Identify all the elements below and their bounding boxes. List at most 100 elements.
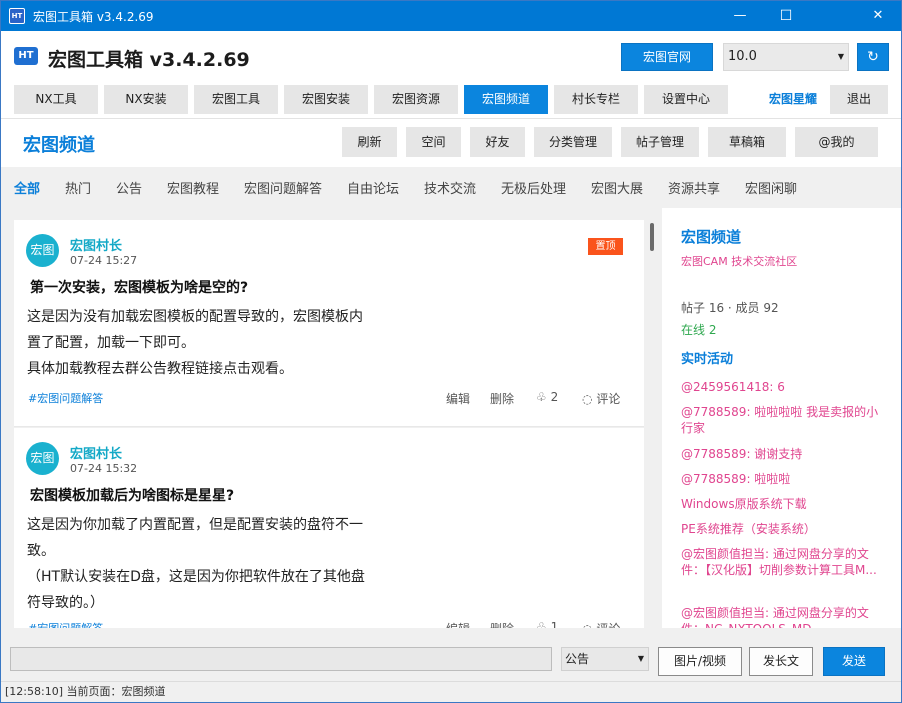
- tab-hot[interactable]: 热门: [65, 178, 91, 197]
- avatar[interactable]: 宏图: [26, 234, 59, 267]
- refresh-button[interactable]: 刷新: [342, 127, 397, 157]
- nav-ht-channel[interactable]: 宏图频道: [464, 85, 548, 114]
- post-tag[interactable]: #宏图问题解答: [28, 390, 103, 406]
- channel-stats: 帖子 16 · 成员 92: [681, 301, 779, 315]
- title-bar: HT 宏图工具箱 v3.4.2.69 — ☐ ✕: [1, 1, 901, 31]
- nav-settings[interactable]: 设置中心: [644, 85, 728, 114]
- logout-button[interactable]: 退出: [830, 85, 888, 114]
- post-title[interactable]: 第一次安装，宏图模板为啥是空的?: [30, 277, 248, 297]
- like-count: 1: [550, 620, 559, 628]
- post-tag[interactable]: #宏图问题解答: [28, 620, 103, 628]
- app-logo: HT: [14, 47, 38, 65]
- tab-showcase[interactable]: 宏图大展: [591, 178, 643, 197]
- like-button[interactable]: ♧ 1: [536, 620, 558, 628]
- post-input[interactable]: [10, 647, 552, 671]
- activity-item[interactable]: PE系统推荐（安装系统）: [681, 521, 886, 537]
- tab-chat[interactable]: 宏图闲聊: [745, 178, 797, 197]
- app-window: HT 宏图工具箱 v3.4.2.69 — ☐ ✕ HT 宏图工具箱 v3.4.2…: [0, 0, 902, 703]
- online-count: 在线 2: [681, 323, 717, 337]
- activity-item[interactable]: @2459561418: 6: [681, 379, 886, 395]
- post-list: 宏图 宏图村长 07-24 15:27 置顶 第一次安装，宏图模板为啥是空的? …: [14, 208, 644, 628]
- post-body-line: 具体加载教程去群公告教程链接点击观看。: [27, 361, 293, 377]
- nav-ht-install[interactable]: 宏图安装: [284, 85, 368, 114]
- composer-bar: 公告 ▼ 图片/视频 发长文 发送: [1, 629, 901, 681]
- tab-postprocess[interactable]: 无极后处理: [501, 178, 566, 197]
- friends-button[interactable]: 好友: [470, 127, 525, 157]
- category-manage-button[interactable]: 分类管理: [534, 127, 612, 157]
- sidebar-subtitle: 宏图CAM 技术交流社区: [681, 255, 798, 268]
- channel-sidebar: 宏图频道 宏图CAM 技术交流社区 帖子 16 · 成员 92 在线 2 实时活…: [662, 208, 901, 628]
- comment-label: 评论: [596, 392, 621, 406]
- chevron-down-icon: ▼: [637, 654, 644, 663]
- tab-announcement[interactable]: 公告: [116, 178, 142, 197]
- post-body-line: 置了配置，加载一下即可。: [27, 335, 195, 351]
- minimize-button[interactable]: —: [717, 1, 763, 31]
- close-button[interactable]: ✕: [855, 1, 901, 31]
- activity-item[interactable]: @宏图颜值担当: 通过网盘分享的文件：【汉化版】切削参数计算工具M...: [681, 546, 886, 578]
- post-body: 这是因为你加载了内置配置，但是配置安装的盘符不一 致。 （HT默认安装在D盘，这…: [27, 512, 407, 616]
- star-link[interactable]: 宏图星耀: [769, 85, 817, 114]
- post-body-line: 这是因为没有加载宏图模板的配置导致的，宏图模板内: [27, 309, 363, 325]
- space-button[interactable]: 空间: [406, 127, 461, 157]
- tab-free-forum[interactable]: 自由论坛: [347, 178, 399, 197]
- post-body: 这是因为没有加载宏图模板的配置导致的，宏图模板内 置了配置，加载一下即可。 具体…: [27, 304, 407, 382]
- edit-button[interactable]: 编辑: [446, 620, 470, 628]
- post-author[interactable]: 宏图村长: [70, 443, 122, 462]
- post-list-scrollbar[interactable]: [650, 223, 654, 251]
- tab-resources[interactable]: 资源共享: [668, 178, 720, 197]
- comment-icon: ◌: [582, 392, 593, 406]
- post-card[interactable]: 宏图 宏图村长 07-24 15:27 置顶 第一次安装，宏图模板为啥是空的? …: [14, 220, 644, 427]
- long-post-button[interactable]: 发长文: [749, 647, 813, 676]
- activity-item[interactable]: @宏图颜值担当: 通过网盘分享的文件：NC_NXTOOLS_MD...: [681, 605, 886, 628]
- post-title[interactable]: 宏图模板加载后为啥图标是星星?: [30, 485, 234, 505]
- refresh-icon-button[interactable]: ↻: [857, 43, 889, 71]
- category-select[interactable]: 公告 ▼: [561, 647, 649, 671]
- maximize-button[interactable]: ☐: [763, 1, 809, 31]
- post-card[interactable]: 宏图 宏图村长 07-24 15:32 宏图模板加载后为啥图标是星星? 这是因为…: [14, 428, 644, 628]
- mentions-button[interactable]: @我的: [795, 127, 878, 157]
- tab-all[interactable]: 全部: [14, 178, 40, 197]
- nav-nx-tools[interactable]: NX工具: [14, 85, 98, 114]
- delete-button[interactable]: 删除: [490, 620, 514, 628]
- comment-button[interactable]: ◌ 评论: [582, 390, 620, 407]
- post-body-line: （HT默认安装在D盘，这是因为你把软件放在了其他盘: [27, 569, 365, 585]
- comment-button[interactable]: ◌ 评论: [582, 620, 620, 628]
- post-time: 07-24 15:27: [70, 254, 138, 267]
- official-site-button[interactable]: 宏图官网: [621, 43, 713, 71]
- activity-title: 实时活动: [681, 352, 734, 367]
- comment-label: 评论: [596, 622, 620, 628]
- avatar[interactable]: 宏图: [26, 442, 59, 475]
- edit-button[interactable]: 编辑: [446, 390, 470, 407]
- nav-chief-column[interactable]: 村长专栏: [554, 85, 638, 114]
- activity-item[interactable]: @7788589: 啦啦啦啦 我是卖报的小行家: [681, 404, 886, 436]
- activity-item[interactable]: Windows原版系统下载: [681, 496, 886, 512]
- like-button[interactable]: ♧ 2: [536, 390, 558, 404]
- chevron-down-icon: ▼: [837, 52, 844, 61]
- post-author[interactable]: 宏图村长: [70, 235, 122, 254]
- version-value: 10.0: [728, 49, 757, 64]
- send-button[interactable]: 发送: [823, 647, 885, 676]
- delete-button[interactable]: 删除: [490, 390, 514, 407]
- nav-ht-resources[interactable]: 宏图资源: [374, 85, 458, 114]
- tab-tech[interactable]: 技术交流: [424, 178, 476, 197]
- tab-tutorial[interactable]: 宏图教程: [167, 178, 219, 197]
- post-time: 07-24 15:32: [70, 462, 138, 475]
- media-button[interactable]: 图片/视频: [658, 647, 742, 676]
- activity-item[interactable]: @7788589: 谢谢支持: [681, 446, 886, 462]
- maximize-icon: ☐: [779, 8, 793, 24]
- post-body-line: 致。: [27, 543, 55, 559]
- tab-qa[interactable]: 宏图问题解答: [244, 178, 322, 197]
- category-select-value: 公告: [565, 652, 590, 666]
- app-icon: HT: [9, 8, 25, 24]
- nav-nx-install[interactable]: NX安装: [104, 85, 188, 114]
- post-body-line: 这是因为你加载了内置配置，但是配置安装的盘符不一: [27, 517, 363, 533]
- post-manage-button[interactable]: 帖子管理: [621, 127, 699, 157]
- version-select[interactable]: 10.0 ▼: [723, 43, 849, 71]
- app-header: HT 宏图工具箱 v3.4.2.69 宏图官网 10.0 ▼ ↻: [1, 31, 901, 81]
- nav-ht-tools[interactable]: 宏图工具: [194, 85, 278, 114]
- channel-toolbar: 宏图频道 刷新 空间 好友 分类管理 帖子管理 草稿箱 @我的: [1, 119, 901, 167]
- status-bar: [12:58:10] 当前页面：宏图频道: [1, 681, 901, 702]
- activity-item[interactable]: @7788589: 啦啦啦: [681, 471, 886, 487]
- drafts-button[interactable]: 草稿箱: [708, 127, 786, 157]
- thumb-up-icon: ♧: [536, 390, 547, 404]
